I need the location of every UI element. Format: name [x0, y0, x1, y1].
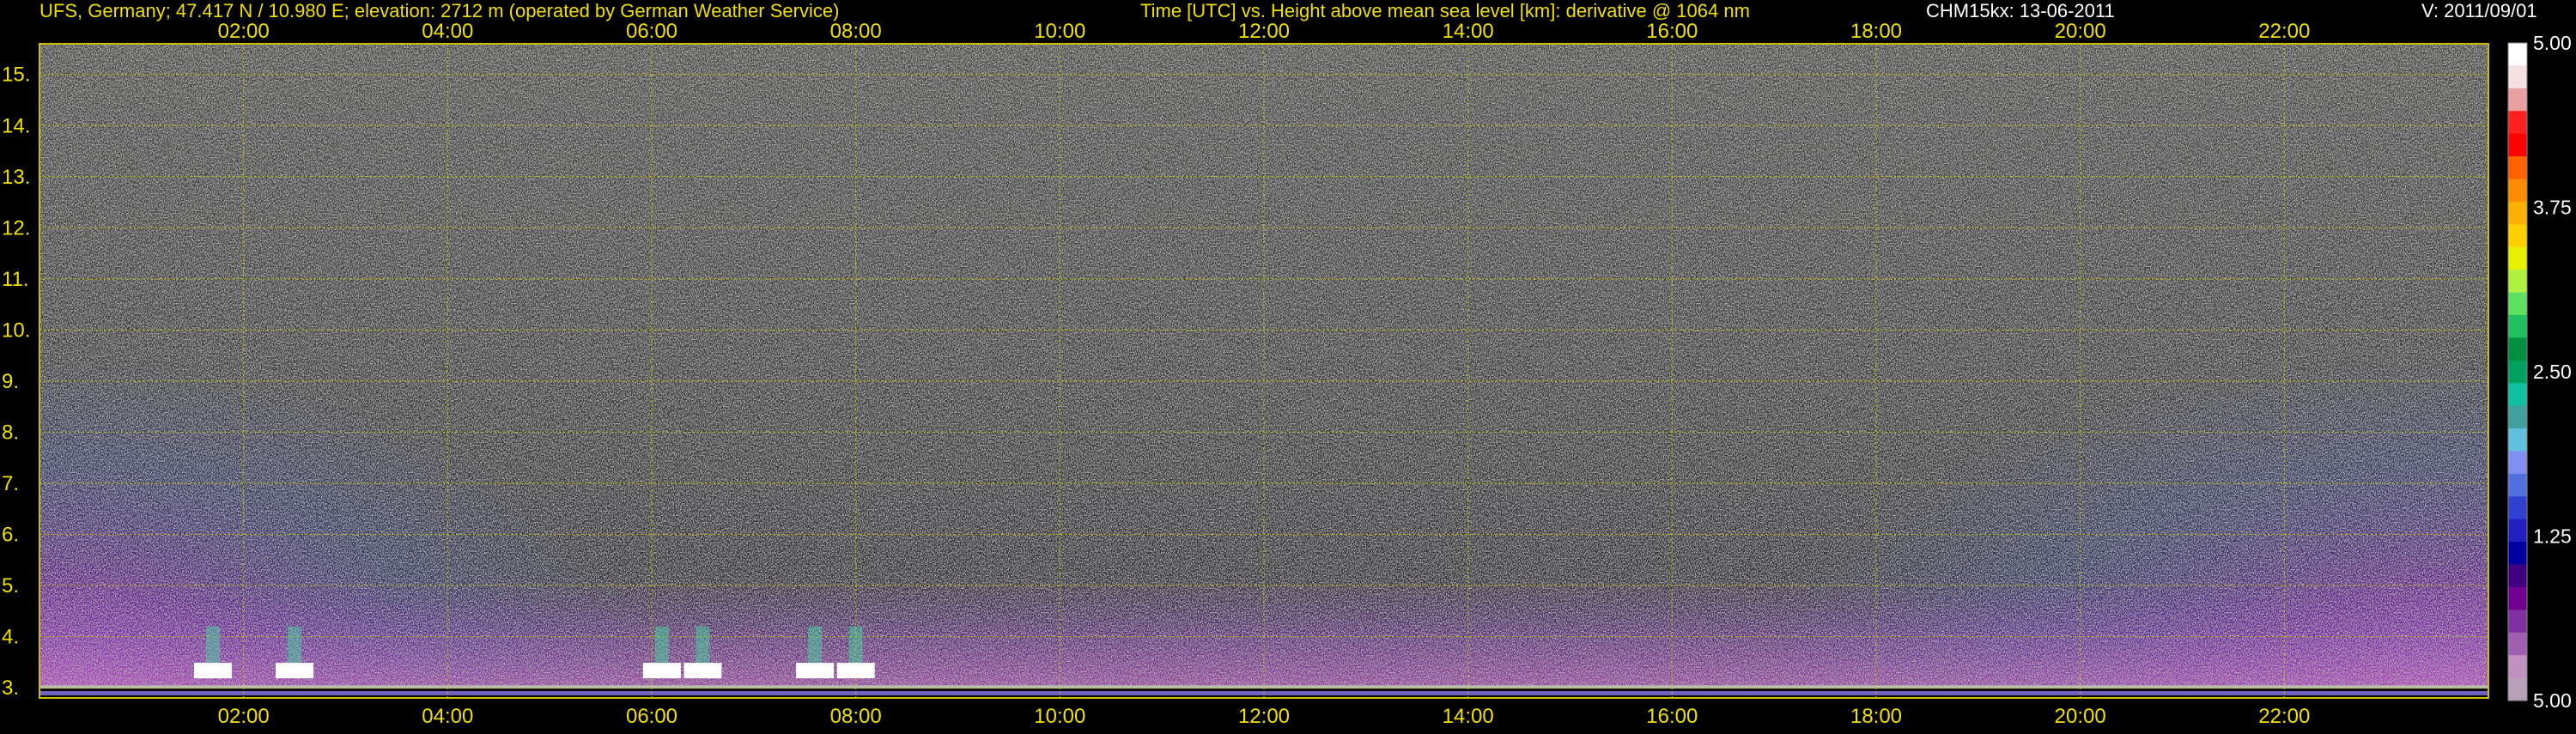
x-tick-label-top: 06:00	[626, 20, 677, 43]
colorbar-swatch	[2508, 655, 2527, 679]
x-tick-label-bottom: 02:00	[218, 705, 270, 728]
colorbar-swatch	[2508, 542, 2527, 566]
colorbar-swatch	[2508, 496, 2527, 520]
y-tick-label: 3.	[2, 676, 19, 700]
x-tick-label-bottom: 22:00	[2258, 705, 2310, 728]
bright-return	[194, 663, 233, 679]
colorbar-swatch	[2508, 246, 2527, 270]
colorbar-swatch	[2508, 632, 2527, 656]
y-tick-label: 9.	[2, 370, 19, 393]
x-tick-label-bottom: 14:00	[1443, 705, 1494, 728]
chart-description: Time [UTC] vs. Height above mean sea lev…	[1140, 0, 1750, 21]
x-tick-label-top: 16:00	[1646, 20, 1698, 43]
bright-return	[796, 663, 835, 679]
x-tick-label-top: 20:00	[2055, 20, 2106, 43]
y-tick-label: 10.	[2, 318, 30, 342]
y-tick-label: 7.	[2, 472, 19, 495]
x-tick-label-bottom: 16:00	[1646, 705, 1698, 728]
colorbar-swatch	[2508, 519, 2527, 543]
y-tick-label: 8.	[2, 421, 19, 444]
x-tick-label-bottom: 06:00	[626, 705, 677, 728]
x-tick-label-bottom: 10:00	[1034, 705, 1085, 728]
bright-return-halo	[288, 626, 302, 664]
colorbar-swatch	[2508, 337, 2527, 361]
colorbar-swatch	[2508, 179, 2527, 203]
y-tick-label: 15.	[2, 64, 30, 87]
x-tick-label-top: 12:00	[1238, 20, 1290, 43]
x-tick-label-bottom: 20:00	[2055, 705, 2106, 728]
x-tick-label-bottom: 18:00	[1850, 705, 1902, 728]
bright-return-halo	[206, 626, 221, 664]
colorbar-swatch	[2508, 473, 2527, 497]
y-tick-label: 12.	[2, 216, 30, 240]
colorbar-label: 3.75	[2533, 197, 2572, 219]
colorbar-swatch	[2508, 88, 2527, 112]
colorbar-label: 5.00	[2533, 689, 2572, 712]
colorbar: 5.00 3.75 2.50 1.25 5.00	[2507, 32, 2572, 712]
x-tick-label-top: 18:00	[1850, 20, 1902, 43]
colorbar-swatch	[2508, 201, 2527, 225]
x-tick-label-top: 04:00	[422, 20, 473, 43]
y-tick-label: 4.	[2, 626, 19, 649]
colorbar-swatch	[2508, 383, 2527, 407]
bright-return	[642, 663, 681, 679]
y-tick-label: 13.	[2, 166, 30, 189]
colorbar-label: 1.25	[2533, 525, 2572, 548]
x-tick-label-top: 02:00	[218, 20, 270, 43]
bright-return	[683, 663, 722, 679]
colorbar-swatch	[2508, 314, 2527, 338]
colorbar-swatch	[2508, 111, 2527, 135]
colorbar-swatch	[2508, 428, 2527, 452]
colorbar-swatch	[2508, 360, 2527, 384]
colorbar-swatch	[2508, 677, 2527, 701]
colorbar-swatch	[2508, 610, 2527, 634]
x-tick-label-top: 10:00	[1034, 20, 1085, 43]
bright-return	[276, 663, 314, 679]
colorbar-swatch	[2508, 133, 2527, 157]
colorbar-swatch	[2508, 564, 2527, 588]
x-tick-label-top: 08:00	[830, 20, 882, 43]
y-tick-label: 14.	[2, 114, 30, 137]
x-tick-label-top: 14:00	[1443, 20, 1494, 43]
colorbar-swatch	[2508, 586, 2527, 610]
bright-return-halo	[696, 626, 710, 664]
colorbar-swatch	[2508, 451, 2527, 475]
y-tick-label: 6.	[2, 524, 19, 547]
colorbar-swatch	[2508, 43, 2527, 67]
colorbar-swatch	[2508, 156, 2527, 180]
colorbar-label: 5.00	[2533, 32, 2572, 54]
colorbar-label: 2.50	[2533, 361, 2572, 383]
colorbar-swatch	[2508, 292, 2527, 316]
version-label: V: 2011/09/01	[2421, 0, 2537, 21]
y-tick-label: 5.	[2, 574, 19, 598]
station-info: UFS, Germany; 47.417 N / 10.980 E; eleva…	[39, 0, 840, 21]
y-tick-label: 11.	[2, 268, 29, 291]
ceilometer-chart: 02:00 02:00 04:00 04:00 06:00 06:00 08:00 08:00…	[0, 0, 2576, 730]
x-tick-label-bottom: 04:00	[422, 705, 473, 728]
x-tick-label-top: 22:00	[2258, 20, 2310, 43]
colorbar-swatch	[2508, 405, 2527, 429]
colorbar-swatch	[2508, 224, 2527, 248]
x-tick-label-bottom: 12:00	[1238, 705, 1290, 728]
bright-return	[836, 663, 875, 679]
bright-return-halo	[654, 626, 669, 664]
x-tick-label-bottom: 08:00	[830, 705, 882, 728]
bright-return-halo	[848, 626, 863, 664]
colorbar-swatch	[2508, 65, 2527, 89]
colorbar-swatch	[2508, 270, 2527, 294]
instrument-date: CHM15kx: 13-06-2011	[1926, 0, 2115, 21]
bright-return-halo	[808, 626, 823, 664]
